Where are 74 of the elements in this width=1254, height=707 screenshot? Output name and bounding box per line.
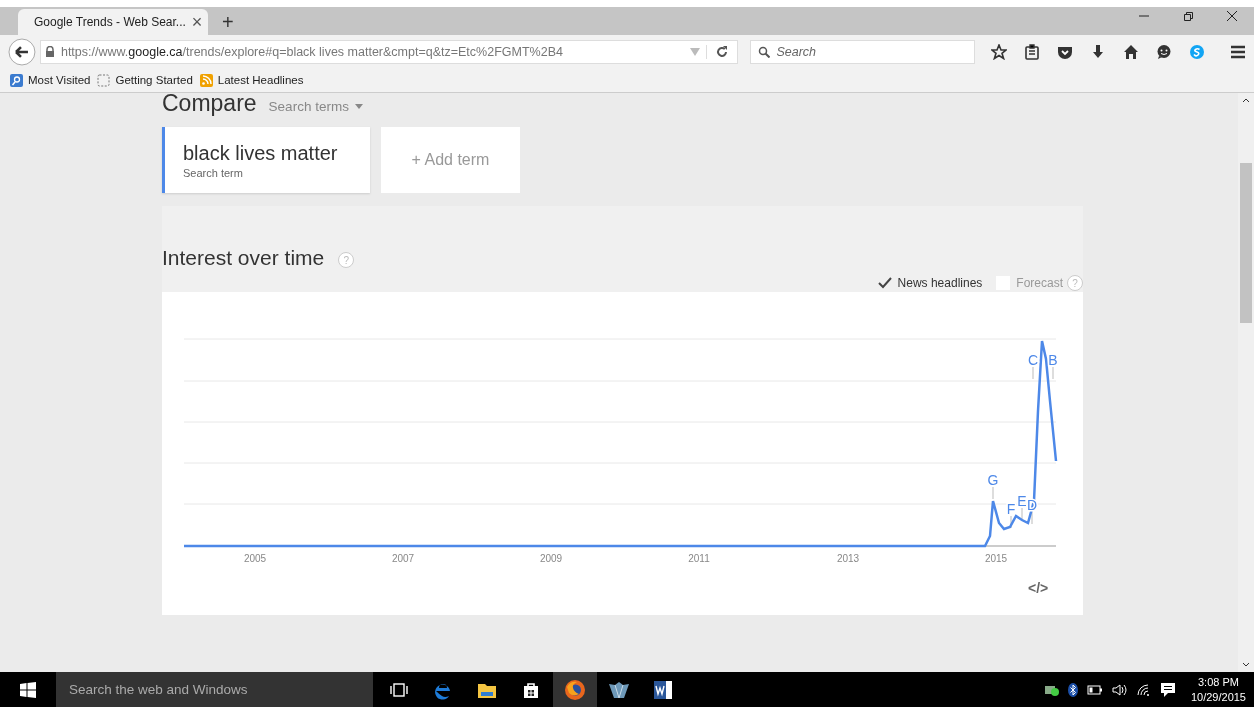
x-tick-label: 2011 (688, 553, 710, 564)
marker-stem (1031, 511, 1033, 525)
close-tab-button[interactable]: × (191, 13, 203, 31)
bookmark-item[interactable]: Getting Started (97, 73, 193, 87)
crystal-icon (608, 680, 630, 699)
x-tick-label: 2007 (391, 553, 415, 564)
menu-icon[interactable] (1230, 44, 1246, 59)
download-icon[interactable] (1090, 43, 1106, 60)
star-icon[interactable] (991, 43, 1007, 60)
term-label: Search term (183, 166, 244, 179)
magnifier-icon (10, 73, 23, 87)
scrollbar[interactable] (1238, 93, 1254, 672)
search-icon (758, 45, 771, 58)
term-text: black lives matter (183, 141, 339, 165)
scroll-thumb[interactable] (1240, 163, 1252, 323)
document-w-icon (653, 679, 673, 700)
x-tick-label: 2005 (243, 553, 267, 564)
wifi-icon[interactable] (1136, 683, 1151, 696)
news-marker[interactable]: B (1048, 352, 1058, 368)
browser-tab[interactable]: Google Trends - Web Sear... × (18, 9, 208, 35)
bookmark-item[interactable]: Latest Headlines (199, 73, 304, 87)
news-marker[interactable]: E (1017, 493, 1027, 509)
marker-stem (992, 486, 994, 500)
search-term-card[interactable]: black lives matter Search term (162, 127, 370, 193)
marker-stem (1021, 507, 1023, 521)
clock-date[interactable]: 10/29/2015 (1190, 689, 1246, 704)
marker-stem (1010, 515, 1012, 529)
compare-heading: Compare (162, 93, 257, 117)
task-view-icon (390, 681, 408, 698)
rss-icon (199, 73, 213, 87)
reload-icon[interactable] (706, 44, 730, 59)
chat-icon[interactable] (1156, 43, 1172, 60)
section-title: Interest over time (162, 246, 325, 270)
notification-icon[interactable] (1159, 681, 1176, 698)
news-marker[interactable]: G (987, 472, 999, 488)
dashed-square-icon (97, 73, 111, 87)
restore-icon[interactable] (1182, 10, 1194, 22)
marker-stem (1032, 366, 1034, 380)
news-marker[interactable]: F (1006, 501, 1016, 517)
search-field[interactable]: Search (750, 39, 975, 64)
scroll-up-icon[interactable] (1242, 97, 1250, 103)
marker-stem (1052, 366, 1054, 380)
close-icon[interactable] (1226, 10, 1238, 22)
bookmark-item[interactable]: Most Visited (10, 73, 91, 87)
lock-icon (44, 45, 55, 58)
start-button[interactable] (20, 681, 36, 698)
address-bar[interactable]: https://www.google.ca/trends/explore#q=black lives matter&cmpt=q&tz=Etc%2FGMT%2B4 (39, 39, 739, 64)
x-tick-label: 2015 (984, 553, 1008, 564)
network-drive-icon[interactable] (1044, 683, 1059, 696)
news-marker[interactable]: C (1027, 352, 1039, 368)
search-placeholder: Search (776, 44, 817, 59)
tab-title: Google Trends - Web Sear... (34, 15, 186, 29)
clock-time[interactable]: 3:08 PM (1198, 675, 1239, 690)
firefox-icon (564, 678, 586, 701)
taskbar-search-field[interactable]: Search the web and Windows (56, 672, 373, 707)
caret-icon (354, 104, 363, 109)
embed-button[interactable]: </> (1028, 580, 1049, 596)
url-text: https://www.google.ca/trends/explore#q=black lives matter&cmpt=q&tz=Etc%2FGMT%2B4 (60, 44, 564, 59)
x-tick-label: 2009 (539, 553, 563, 564)
home-icon[interactable] (1123, 43, 1139, 60)
new-tab-button[interactable]: + (222, 12, 234, 32)
checkbox[interactable] (877, 276, 892, 290)
taskbar-app[interactable] (553, 672, 597, 707)
search-terms-dropdown[interactable]: Search terms (268, 99, 363, 114)
chart-option[interactable]: News headlines (877, 276, 983, 290)
shopping-bag-icon (522, 680, 540, 699)
speaker-icon[interactable] (1111, 683, 1128, 696)
battery-icon[interactable] (1086, 684, 1103, 695)
x-tick-label: 2013 (836, 553, 860, 564)
scroll-down-icon[interactable] (1242, 662, 1250, 668)
back-button[interactable] (8, 37, 36, 66)
skype-icon[interactable] (1189, 43, 1205, 60)
bluetooth-icon[interactable] (1067, 682, 1078, 697)
reading-list-icon[interactable] (1024, 43, 1040, 60)
